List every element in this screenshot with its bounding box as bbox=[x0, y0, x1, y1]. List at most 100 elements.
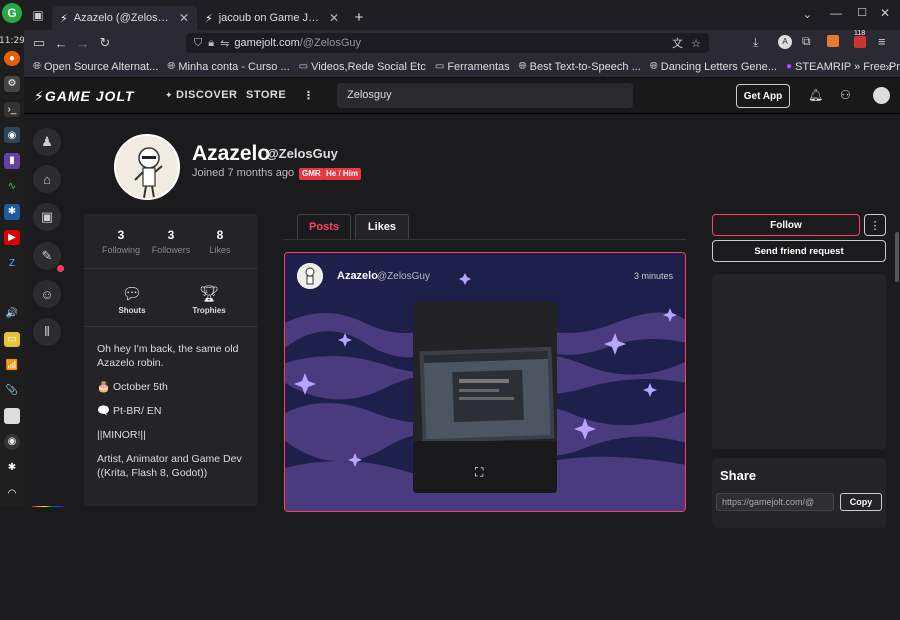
window-icon[interactable] bbox=[4, 408, 20, 424]
wifi-icon[interactable]: 📶 bbox=[4, 357, 20, 373]
twitch-icon[interactable]: ▮ bbox=[4, 153, 20, 169]
share-url-input[interactable]: https://gamejolt.com/@ bbox=[716, 493, 834, 511]
bookmark-star-icon[interactable]: ☆ bbox=[691, 37, 701, 50]
gamejolt-logo[interactable]: ⚡GAME JOLT bbox=[34, 88, 134, 105]
store-link[interactable]: STORE bbox=[246, 89, 286, 101]
translate-icon[interactable]: 文 bbox=[672, 35, 683, 51]
extension-red-icon[interactable] bbox=[854, 36, 866, 48]
send-friend-request-button[interactable]: Send friend request bbox=[712, 240, 886, 262]
folder-icon[interactable]: ▭ bbox=[4, 332, 20, 348]
bookmark-item[interactable]: 🌐︎Best Text-to-Speech ... bbox=[519, 61, 641, 73]
bookmark-item[interactable]: ▭Ferramentas bbox=[435, 61, 510, 73]
logo-text: GAME JOLT bbox=[45, 88, 135, 104]
sidenav-home-icon[interactable]: ♟ bbox=[33, 128, 61, 156]
minimize-icon[interactable]: — bbox=[830, 6, 842, 20]
lock-icon[interactable]: 🔒︎ bbox=[208, 37, 214, 50]
trophies-button[interactable]: 🏆︎ Trophies bbox=[180, 284, 238, 315]
tab-post[interactable]: ⚡ jacoub on Game Jolt: "ME ✕ bbox=[197, 6, 347, 30]
settings-icon[interactable]: ⚙ bbox=[4, 76, 20, 92]
bio-line: Oh hey I'm back, the same old Azazelo ro… bbox=[97, 342, 247, 370]
youtube-icon[interactable]: ▶ bbox=[4, 230, 20, 246]
audio-wave-icon[interactable]: ∿ bbox=[4, 179, 20, 195]
friends-icon[interactable]: ⚇ bbox=[840, 88, 851, 102]
maximize-icon[interactable]: ☐ bbox=[857, 6, 867, 19]
ad-placeholder bbox=[712, 274, 886, 449]
bookmarks-overflow-icon[interactable]: » bbox=[885, 60, 892, 74]
follow-button[interactable]: Follow bbox=[712, 214, 860, 236]
new-tab-button[interactable]: + bbox=[347, 9, 371, 26]
download-icon[interactable]: ⤓ bbox=[753, 35, 758, 50]
menu-hamburger-icon[interactable]: ≡ bbox=[878, 34, 886, 49]
tab-list-chevron-down-icon[interactable]: ⌄ bbox=[803, 8, 812, 21]
copy-button[interactable]: Copy bbox=[840, 493, 882, 511]
post-card[interactable]: Azazelo @ZelosGuy 3 minutes ⛶ bbox=[284, 252, 686, 512]
sidenav-robot-icon[interactable]: ☺ bbox=[33, 280, 61, 308]
post-author-username[interactable]: @ZelosGuy bbox=[377, 271, 430, 282]
post-author-avatar[interactable] bbox=[297, 263, 323, 289]
url-bar[interactable]: ⛉ 🔒︎ ⇋ gamejolt.com/@ZelosGuy 文 ☆ bbox=[186, 33, 709, 53]
share-panel: Share https://gamejolt.com/@ Copy bbox=[712, 458, 886, 528]
post-author-name[interactable]: Azazelo bbox=[337, 270, 378, 282]
profile-sidebar: 3 Following 3 Followers 8 Likes 💬︎ Shout… bbox=[84, 214, 258, 506]
discover-link[interactable]: ✦ DISCOVER bbox=[165, 89, 238, 101]
forward-arrow-icon[interactable]: → bbox=[72, 36, 94, 51]
terminal-icon[interactable]: ›_ bbox=[4, 102, 20, 118]
launcher-icon[interactable]: G bbox=[2, 3, 22, 23]
graph-icon[interactable]: ◠ bbox=[4, 485, 20, 501]
notification-bell-icon[interactable]: 🔔︎ bbox=[808, 88, 823, 102]
bookmark-item[interactable]: 🌐︎Open Source Alternat... bbox=[33, 61, 158, 73]
joined-date: Joined 7 months ago bbox=[192, 167, 294, 179]
more-options-button[interactable]: ⋮ bbox=[864, 214, 886, 236]
sidenav-bars-icon[interactable]: ⦀ bbox=[33, 318, 61, 346]
account-icon[interactable]: A bbox=[778, 35, 792, 49]
shouts-button[interactable]: 💬︎ Shouts bbox=[103, 284, 161, 315]
bookmark-item[interactable]: 🌐︎Dancing Letters Gene... bbox=[650, 61, 777, 73]
close-icon[interactable]: ✕ bbox=[179, 11, 189, 25]
window-close-icon[interactable]: ✕ bbox=[880, 6, 890, 20]
globe-icon: 🌐︎ bbox=[519, 61, 527, 72]
steam-icon[interactable]: ◉ bbox=[4, 127, 20, 143]
bookmark-label: STEAMRIP » Free Pre-... bbox=[795, 61, 900, 73]
post-image[interactable]: ⛶ bbox=[413, 301, 557, 493]
tab-likes[interactable]: Likes bbox=[355, 214, 409, 239]
more-menu-icon[interactable]: ⋮ bbox=[303, 89, 315, 102]
reload-icon[interactable]: ↻ bbox=[94, 35, 116, 51]
get-app-button[interactable]: Get App bbox=[736, 84, 790, 108]
permissions-icon[interactable]: ⇋ bbox=[220, 37, 229, 50]
user-avatar[interactable] bbox=[873, 87, 890, 104]
bookmark-item[interactable]: ▭Videos,Rede Social Etc bbox=[299, 61, 426, 73]
post-timestamp[interactable]: 3 minutes bbox=[634, 271, 673, 281]
volume-icon[interactable]: 🔊 bbox=[4, 306, 20, 322]
z-app-icon[interactable]: Z bbox=[4, 255, 20, 271]
stat-likes[interactable]: 8 Likes bbox=[191, 228, 249, 255]
profile-header: Azazelo @ZelosGuy Joined 7 months ago • … bbox=[70, 114, 900, 214]
profile-avatar[interactable] bbox=[114, 134, 180, 200]
bluetooth-icon[interactable]: ✱ bbox=[4, 460, 20, 476]
folder-icon: ▭ bbox=[299, 61, 308, 72]
bookmark-item[interactable]: 🌐︎Minha conta - Curso ... bbox=[167, 61, 289, 73]
tab-overview-icon[interactable]: ▣ bbox=[24, 8, 52, 22]
steam-tray-icon[interactable]: ◉ bbox=[4, 434, 20, 450]
firefox-icon[interactable]: ● bbox=[4, 51, 20, 67]
bookmark-label: Minha conta - Curso ... bbox=[178, 61, 289, 73]
paperclip-icon[interactable]: 📎 bbox=[4, 383, 20, 399]
search-input[interactable]: Zelosguy bbox=[337, 83, 633, 108]
tab-profile[interactable]: ⚡ Azazelo (@ZelosGuy) - Ga ✕ bbox=[52, 6, 197, 30]
tab-title: Azazelo (@ZelosGuy) - Ga bbox=[74, 12, 175, 24]
bookmark-item[interactable]: ●STEAMRIP » Free Pre-... bbox=[786, 61, 900, 73]
sidebar-toggle-icon[interactable]: ▭ bbox=[28, 35, 50, 51]
back-arrow-icon[interactable]: ← bbox=[50, 36, 72, 51]
expand-icon[interactable]: ⛶ bbox=[475, 465, 483, 480]
bluetooth-tray-icon[interactable]: ✱ bbox=[4, 204, 20, 220]
extensions-icon[interactable]: ⧉ bbox=[802, 34, 811, 49]
scrollbar-thumb[interactable] bbox=[895, 232, 899, 282]
close-icon[interactable]: ✕ bbox=[329, 11, 339, 25]
gamejolt-favicon-icon: ⚡ bbox=[205, 12, 213, 25]
tab-posts[interactable]: Posts bbox=[297, 214, 351, 239]
sidenav-backpack-icon[interactable]: ▣ bbox=[33, 203, 61, 231]
tabs-underline bbox=[284, 239, 686, 240]
extension-orange-icon[interactable] bbox=[827, 35, 839, 47]
sidenav-store-icon[interactable]: ⌂ bbox=[33, 165, 61, 193]
shield-icon[interactable]: ⛉ bbox=[194, 37, 202, 50]
page-scrollbar[interactable] bbox=[894, 228, 900, 620]
